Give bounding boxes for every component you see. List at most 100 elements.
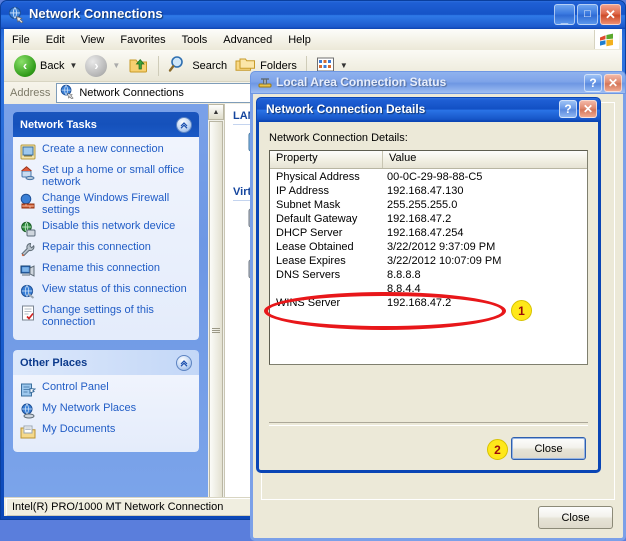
details-table-rows: Physical Address 00-0C-29-98-88-C5 IP Ad… xyxy=(270,169,587,310)
menu-item-tools[interactable]: Tools xyxy=(174,32,216,48)
details-table[interactable]: Property Value Physical Address 00-0C-29… xyxy=(269,150,588,365)
annotation-number-2: 2 xyxy=(487,439,508,460)
annotation-number-1: 1 xyxy=(511,300,532,321)
forward-dropdown-caret-icon[interactable]: ▼ xyxy=(112,61,120,70)
close-icon: ✕ xyxy=(582,102,594,116)
status-dialog-title: Local Area Connection Status xyxy=(276,75,447,89)
row-value: 00-0C-29-98-88-C5 xyxy=(387,171,483,183)
back-dropdown-caret-icon[interactable]: ▼ xyxy=(69,61,77,70)
details-dialog-footer: Close xyxy=(511,437,586,460)
place-my-documents[interactable]: My Documents xyxy=(20,423,192,440)
network-globe-icon xyxy=(60,84,75,102)
table-row[interactable]: Lease Obtained 3/22/2012 9:37:09 PM xyxy=(270,240,587,254)
close-icon: ✕ xyxy=(605,7,616,22)
windows-flag-icon xyxy=(594,30,619,49)
close-button[interactable]: ✕ xyxy=(600,4,621,25)
place-my-network-places[interactable]: My Network Places xyxy=(20,402,192,419)
help-button[interactable]: ? xyxy=(559,100,577,118)
row-property xyxy=(270,282,382,296)
views-dropdown-caret-icon[interactable]: ▼ xyxy=(340,61,348,70)
table-row-dns-servers[interactable]: DNS Servers 8.8.8.8 xyxy=(270,268,587,282)
task-label: Rename this connection xyxy=(42,262,161,274)
minimize-button[interactable]: _ xyxy=(554,4,575,25)
network-tasks-header[interactable]: Network Tasks xyxy=(13,112,199,137)
status-close-button[interactable]: Close xyxy=(538,506,613,529)
other-places-body: Control Panel My Network Places My Docum… xyxy=(13,375,199,452)
disable-device-icon xyxy=(20,221,36,237)
column-header-value[interactable]: Value xyxy=(383,151,587,168)
up-button[interactable] xyxy=(124,53,153,79)
row-property: DHCP Server xyxy=(276,227,343,239)
forward-arrow-icon: › xyxy=(85,54,108,77)
place-control-panel[interactable]: Control Panel xyxy=(20,381,192,398)
place-label: Control Panel xyxy=(42,381,109,393)
task-change-settings[interactable]: Change settings of this connection xyxy=(20,304,192,328)
table-row[interactable]: WINS Server 192.168.47.2 xyxy=(270,296,587,310)
scrollbar-thumb[interactable] xyxy=(209,121,223,498)
back-button[interactable]: ‹ Back ▼ xyxy=(10,53,81,79)
task-repair-connection[interactable]: Repair this connection xyxy=(20,241,192,258)
scroll-up-button[interactable]: ▲ xyxy=(208,104,224,120)
search-button[interactable]: Search xyxy=(164,53,231,79)
help-button[interactable]: ? xyxy=(584,74,602,92)
details-caption: Network Connection Details: xyxy=(269,132,408,144)
scroll-up-icon: ▲ xyxy=(212,108,220,116)
details-footer-separator xyxy=(269,422,588,426)
details-dialog-controls: ? ✕ xyxy=(559,100,597,118)
table-row[interactable]: Physical Address 00-0C-29-98-88-C5 xyxy=(270,170,587,184)
task-label: Change settings of this connection xyxy=(42,304,154,328)
task-create-new-connection[interactable]: Create a new connection xyxy=(20,143,192,160)
table-row[interactable]: DHCP Server 192.168.47.254 xyxy=(270,226,587,240)
network-status-icon xyxy=(257,76,273,92)
repair-wrench-icon xyxy=(20,242,36,258)
status-dialog-title-bar: Local Area Connection Status ? ✕ xyxy=(250,71,626,94)
maximize-button[interactable]: □ xyxy=(577,4,598,25)
row-property: Lease Obtained xyxy=(276,241,354,253)
table-row[interactable]: Lease Expires 3/22/2012 10:07:09 PM xyxy=(270,254,587,268)
minimize-icon: _ xyxy=(560,10,569,25)
menu-item-advanced[interactable]: Advanced xyxy=(215,32,280,48)
menu-item-view[interactable]: View xyxy=(73,32,113,48)
row-value: 192.168.47.254 xyxy=(387,227,464,239)
network-tasks-title: Network Tasks xyxy=(20,118,97,131)
row-value: 192.168.47.2 xyxy=(387,213,452,225)
window-title-bar: Network Connections _ □ ✕ xyxy=(1,1,625,29)
other-places-header[interactable]: Other Places xyxy=(13,350,199,375)
toolbar-separator-1 xyxy=(158,55,160,76)
close-button[interactable]: ✕ xyxy=(579,100,597,118)
task-change-firewall-settings[interactable]: Change Windows Firewall settings xyxy=(20,192,192,216)
column-header-property[interactable]: Property xyxy=(270,151,383,168)
my-documents-icon xyxy=(20,424,36,440)
home-network-icon xyxy=(20,165,36,181)
menu-item-help[interactable]: Help xyxy=(280,32,319,48)
chevron-up-icon[interactable] xyxy=(176,354,192,371)
table-row[interactable]: Subnet Mask 255.255.255.0 xyxy=(270,198,587,212)
table-row[interactable]: IP Address 192.168.47.130 xyxy=(270,184,587,198)
close-button[interactable]: ✕ xyxy=(604,74,622,92)
task-rename-connection[interactable]: Rename this connection xyxy=(20,262,192,279)
task-setup-home-network[interactable]: Set up a home or small office network xyxy=(20,164,192,188)
search-label: Search xyxy=(192,59,228,72)
status-dialog-footer: Close xyxy=(538,506,613,529)
row-property: DNS Servers xyxy=(276,269,341,281)
network-tasks-body: Create a new connection Set up a home or… xyxy=(13,137,199,340)
list-vertical-scrollbar[interactable]: ▲ xyxy=(208,104,225,498)
menu-item-edit[interactable]: Edit xyxy=(38,32,73,48)
row-property: WINS Server xyxy=(276,297,341,309)
chevron-up-icon[interactable] xyxy=(176,116,192,133)
forward-button[interactable]: › ▼ xyxy=(81,53,124,79)
network-tasks-panel: Network Tasks Create a new connection Se… xyxy=(13,112,199,340)
details-close-button[interactable]: Close xyxy=(511,437,586,460)
row-property: Lease Expires xyxy=(276,255,346,267)
task-view-status[interactable]: View status of this connection xyxy=(20,283,192,300)
back-label: Back xyxy=(40,59,65,72)
menu-item-file[interactable]: File xyxy=(4,32,38,48)
other-places-title: Other Places xyxy=(20,356,88,369)
row-value: 3/22/2012 10:07:09 PM xyxy=(387,255,502,267)
view-status-icon xyxy=(20,284,36,300)
table-row[interactable]: Default Gateway 192.168.47.2 xyxy=(270,212,587,226)
task-disable-network-device[interactable]: Disable this network device xyxy=(20,220,192,237)
menu-item-favorites[interactable]: Favorites xyxy=(112,32,173,48)
table-row-dns-servers-secondary[interactable]: 8.8.4.4 xyxy=(270,282,587,296)
help-icon: ? xyxy=(589,76,597,90)
